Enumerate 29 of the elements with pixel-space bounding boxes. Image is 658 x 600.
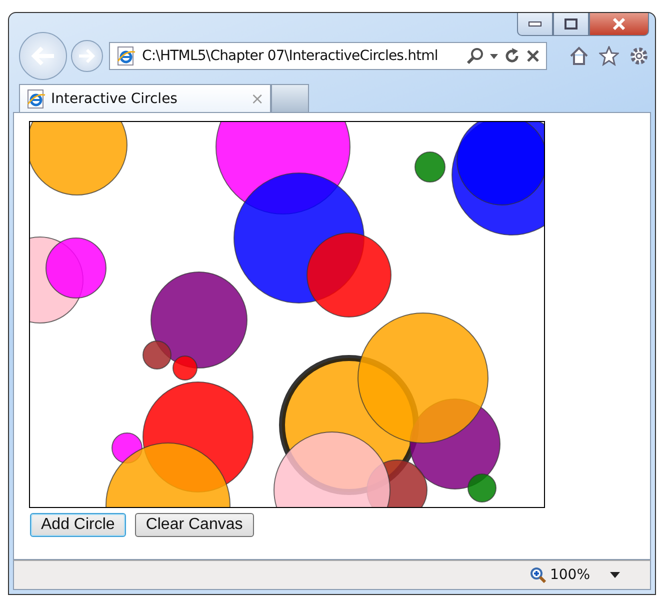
tab-title: Interactive Circles — [51, 90, 178, 106]
zoom-level[interactable]: 100% — [550, 567, 590, 583]
forward-arrow-icon — [78, 49, 96, 63]
refresh-icon[interactable] — [504, 48, 520, 64]
back-arrow-icon — [30, 46, 56, 66]
close-button[interactable] — [589, 13, 649, 36]
page-icon — [116, 46, 136, 66]
settings-icon[interactable] — [629, 46, 649, 66]
browser-tab[interactable]: Interactive Circles × — [19, 84, 271, 112]
zoom-icon[interactable] — [530, 567, 546, 583]
url-text: C:\HTML5\Chapter 07\InteractiveCircles.html — [142, 48, 439, 64]
minimize-icon — [528, 21, 542, 27]
dropdown-icon[interactable] — [610, 572, 620, 578]
maximize-icon — [564, 18, 578, 30]
forward-button[interactable] — [71, 40, 103, 72]
close-icon — [611, 18, 627, 30]
maximize-button[interactable] — [553, 13, 589, 36]
stop-icon[interactable] — [526, 49, 540, 63]
search-icon[interactable] — [466, 47, 484, 65]
minimize-button[interactable] — [517, 13, 553, 36]
action-button[interactable]: Add Circle — [30, 513, 126, 537]
dropdown-icon[interactable] — [490, 54, 498, 58]
page-icon — [26, 88, 46, 108]
home-icon[interactable] — [569, 46, 589, 66]
star-icon[interactable] — [599, 46, 619, 66]
action-button[interactable]: Clear Canvas — [134, 513, 254, 537]
address-bar[interactable]: C:\HTML5\Chapter 07\InteractiveCircles.html — [109, 42, 547, 70]
back-button[interactable] — [19, 32, 67, 80]
circles-drawing[interactable] — [29, 121, 545, 508]
